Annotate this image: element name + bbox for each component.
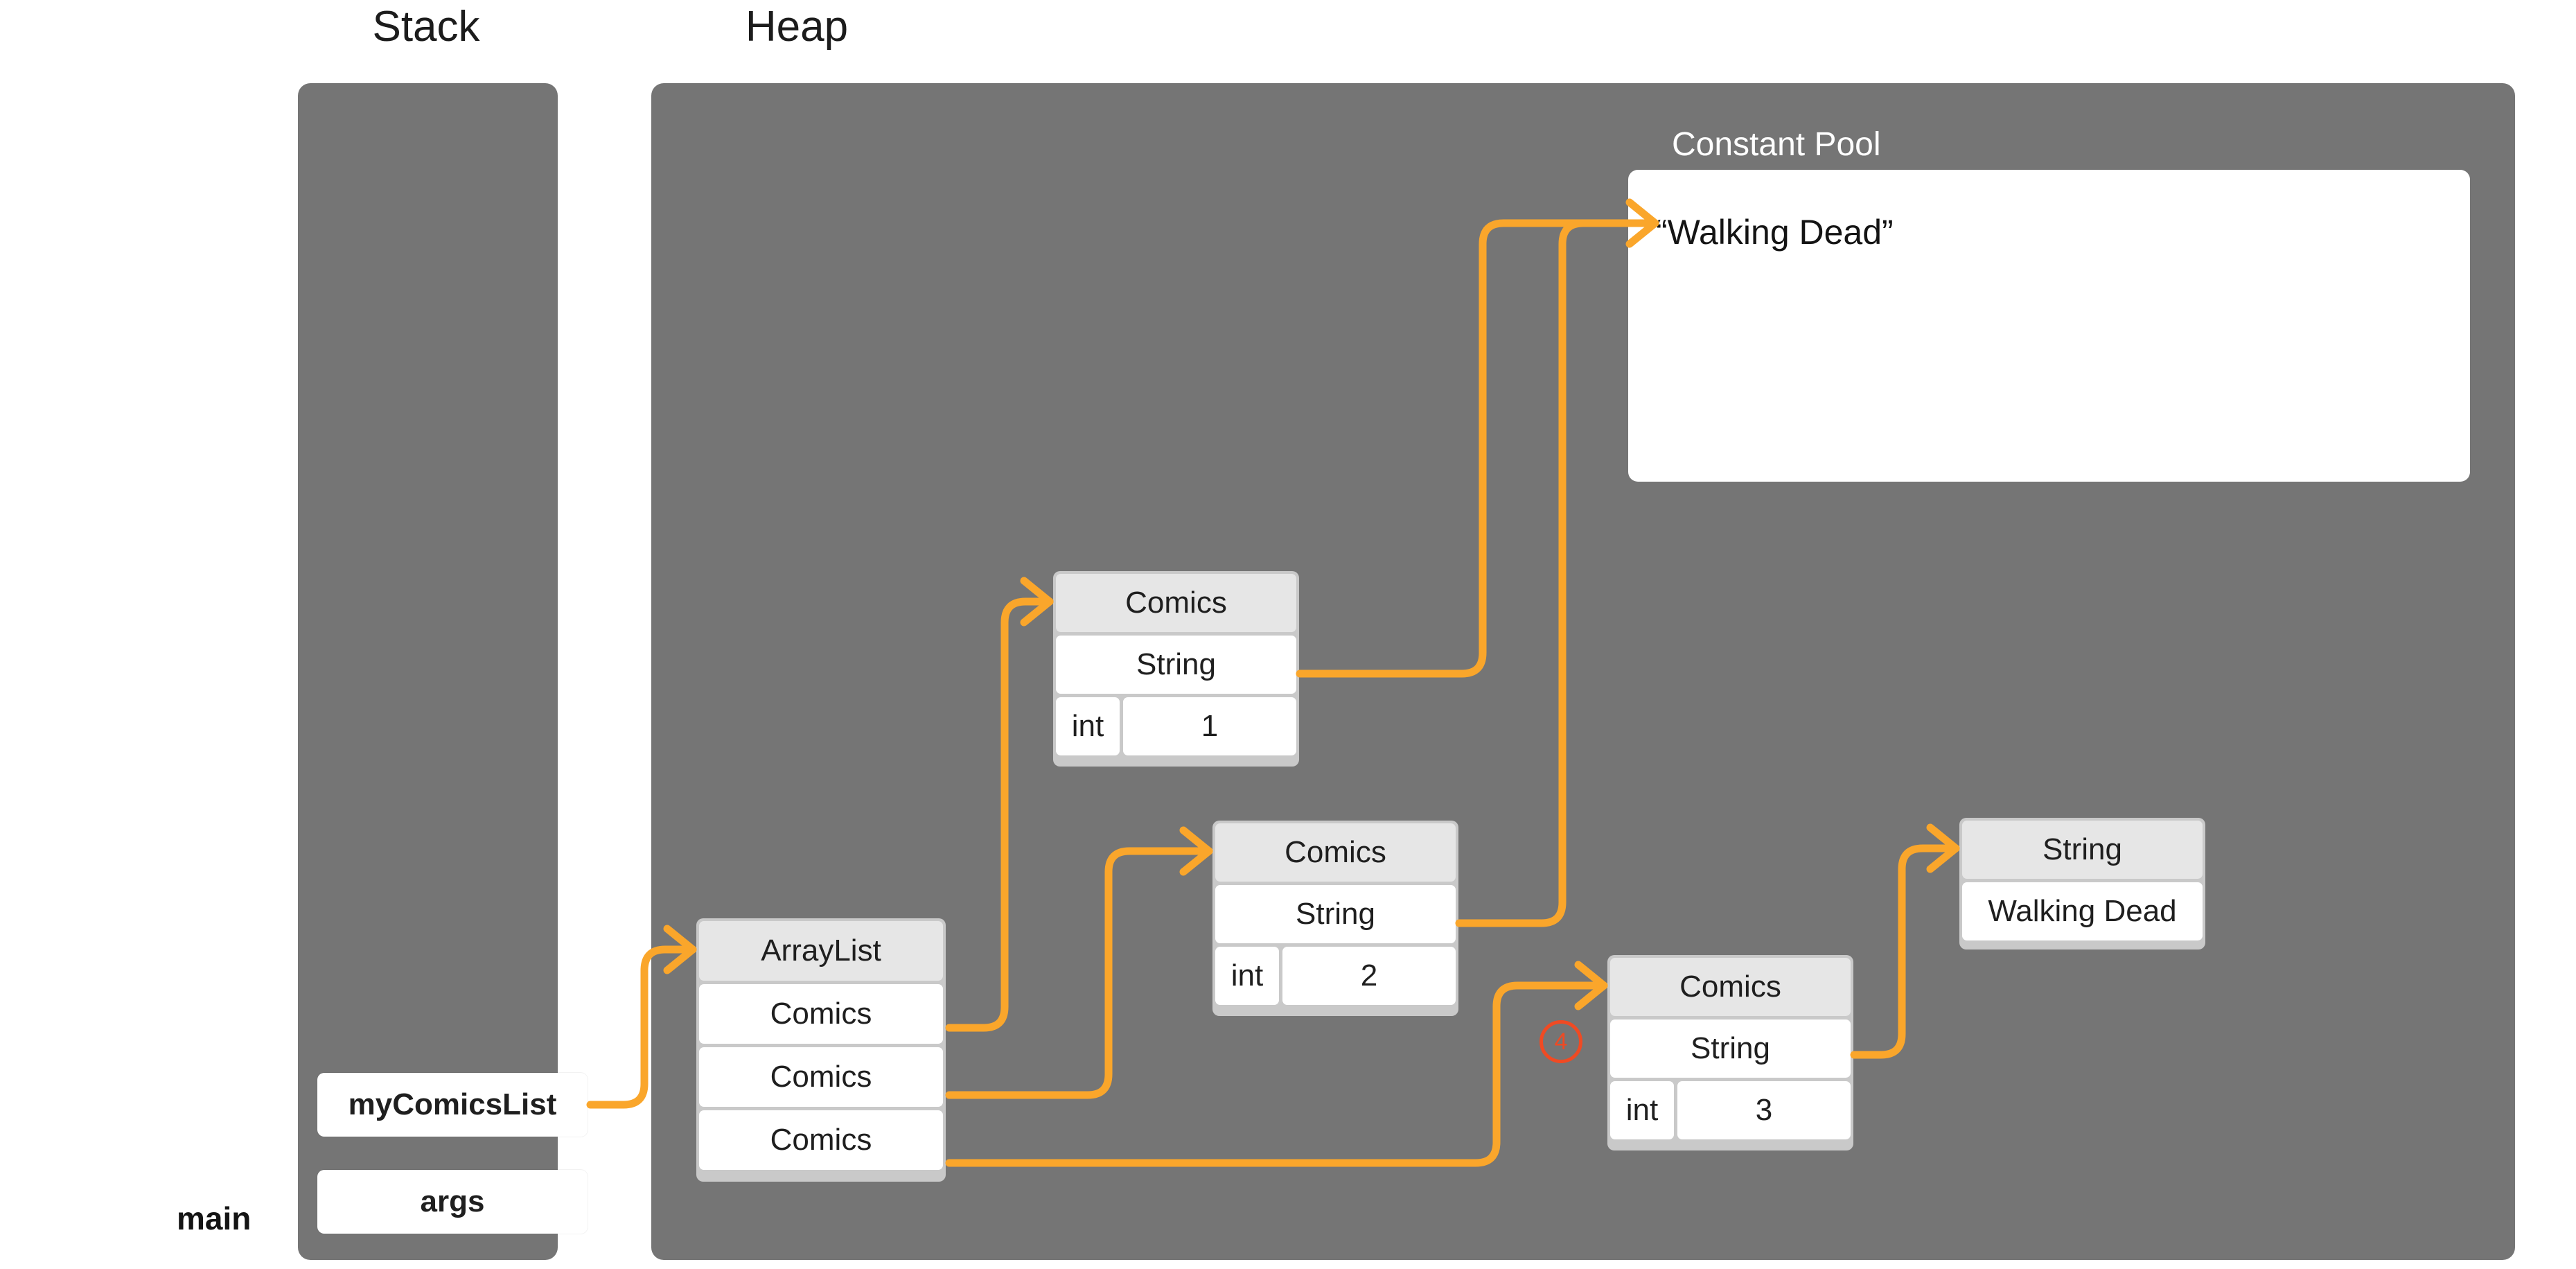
stack-variable-myComicsList[interactable]: myComicsList — [317, 1073, 588, 1137]
string-object-value: Walking Dead — [1962, 882, 2203, 940]
arraylist-element-2[interactable]: Comics — [699, 1110, 943, 1170]
string-object-header: String — [1962, 821, 2203, 879]
stack-variable-args[interactable]: args — [317, 1170, 588, 1234]
comics-3-header: Comics — [1610, 958, 1851, 1016]
comics-1-int-value: 1 — [1123, 697, 1296, 755]
heap-panel-title: Heap — [745, 3, 849, 51]
heap-object-arraylist[interactable]: ArrayList Comics Comics Comics — [696, 918, 946, 1182]
heap-object-string[interactable]: String Walking Dead — [1959, 818, 2205, 949]
comics-1-int-type: int — [1056, 697, 1120, 755]
constant-pool-entry-walking-dead: “Walking Dead” — [1656, 213, 1894, 252]
memory-diagram: Stack Heap Constant Pool “Walking Dead” … — [0, 0, 2576, 1269]
constant-pool-title: Constant Pool — [1672, 126, 1881, 163]
stack-panel-title: Stack — [372, 3, 480, 51]
comics-2-string-field[interactable]: String — [1215, 885, 1456, 943]
comics-1-string-field[interactable]: String — [1056, 636, 1296, 694]
comics-2-header: Comics — [1215, 823, 1456, 882]
stack-frame-label-main: main — [177, 1200, 252, 1236]
comics-3-string-field[interactable]: String — [1610, 1019, 1851, 1078]
arraylist-header: ArrayList — [699, 921, 943, 981]
comics-3-int-type: int — [1610, 1081, 1674, 1139]
comics-3-int-value: 3 — [1677, 1081, 1851, 1139]
heap-object-comics-1[interactable]: Comics String int 1 — [1053, 571, 1299, 767]
arraylist-element-0[interactable]: Comics — [699, 984, 943, 1044]
heap-object-comics-2[interactable]: Comics String int 2 — [1212, 821, 1458, 1016]
heap-object-comics-3[interactable]: Comics String int 3 — [1607, 955, 1853, 1150]
arraylist-element-1[interactable]: Comics — [699, 1047, 943, 1107]
step-marker-4: 4 — [1540, 1020, 1582, 1063]
comics-2-int-type: int — [1215, 947, 1279, 1005]
comics-2-int-value: 2 — [1282, 947, 1456, 1005]
comics-1-header: Comics — [1056, 574, 1296, 632]
